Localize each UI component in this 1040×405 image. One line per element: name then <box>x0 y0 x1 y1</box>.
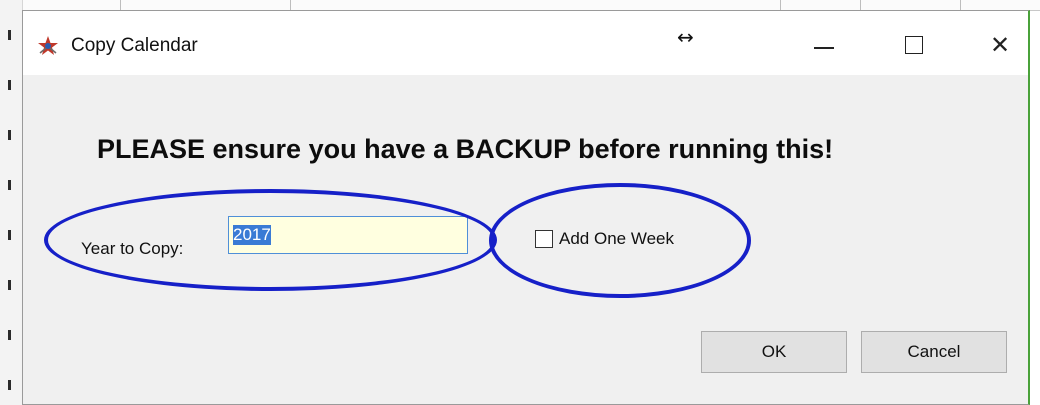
maximize-icon <box>905 36 923 54</box>
window-title: Copy Calendar <box>71 35 198 56</box>
minimize-button[interactable] <box>801 25 847 65</box>
background-spreadsheet-rows <box>0 0 23 405</box>
year-to-copy-label: Year to Copy: <box>81 239 184 258</box>
title-bar[interactable]: Copy Calendar ↔ ✕ <box>23 11 1028 75</box>
copy-calendar-dialog: Copy Calendar ↔ ✕ PLEASE ensure you have… <box>22 10 1030 405</box>
minimize-icon <box>814 47 834 49</box>
app-star-icon <box>37 35 59 57</box>
cancel-button[interactable]: Cancel <box>861 331 1007 373</box>
backup-warning: PLEASE ensure you have a BACKUP before r… <box>97 134 834 164</box>
ok-button[interactable]: OK <box>701 331 847 373</box>
add-one-week-checkbox[interactable] <box>535 230 553 248</box>
resize-cursor-icon: ↔ <box>677 25 694 49</box>
add-one-week-label[interactable]: Add One Week <box>559 229 674 249</box>
year-to-copy-input[interactable] <box>228 216 468 254</box>
maximize-button[interactable] <box>891 25 937 65</box>
close-icon: ✕ <box>989 31 1011 59</box>
add-one-week-option[interactable]: Add One Week <box>535 229 674 249</box>
close-button[interactable]: ✕ <box>977 25 1023 65</box>
